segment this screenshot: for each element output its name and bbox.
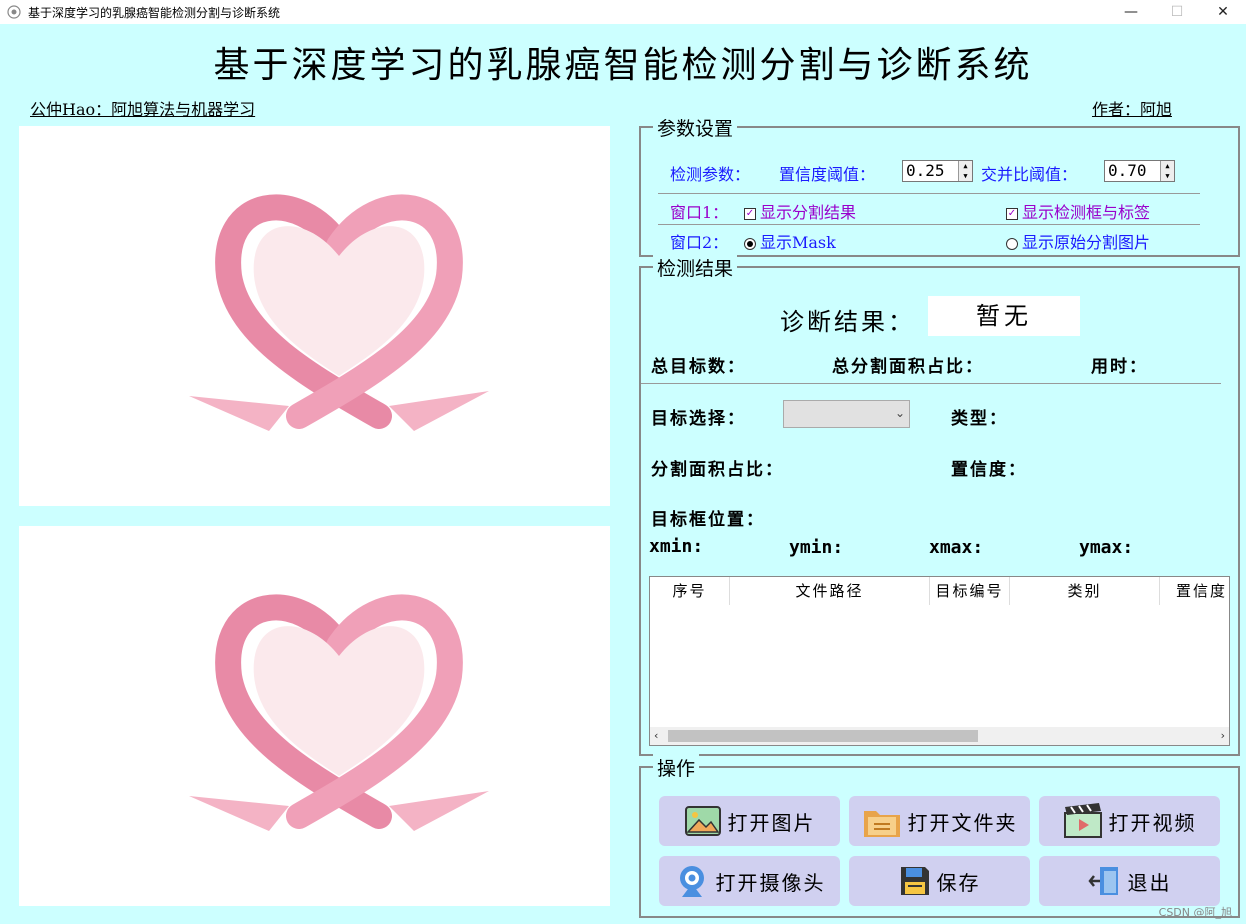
show-orig-label: 显示原始分割图片 bbox=[1022, 233, 1151, 252]
image-window-1 bbox=[19, 126, 610, 506]
area-ratio-label: 分割面积占比： bbox=[651, 460, 784, 480]
window-title: 基于深度学习的乳腺癌智能检测分割与诊断系统 bbox=[28, 5, 281, 20]
pink-ribbon-image bbox=[189, 594, 489, 831]
spin-arrows-icon[interactable]: ▲ ▼ bbox=[958, 161, 972, 181]
show-orig-radio[interactable]: 显示原始分割图片 bbox=[1006, 229, 1150, 253]
show-seg-checkbox[interactable]: ✓ 显示分割结果 bbox=[744, 199, 856, 223]
divider bbox=[641, 383, 1221, 384]
conf-threshold-spinbox[interactable]: 0.25 ▲ ▼ bbox=[902, 160, 973, 182]
checkbox-checked-icon[interactable]: ✓ bbox=[744, 207, 756, 220]
save-button[interactable]: 保存 bbox=[849, 856, 1030, 906]
xmax-label: xmax: bbox=[929, 537, 984, 558]
target-select-dropdown[interactable]: ⌄ bbox=[783, 400, 910, 428]
title-bar: 基于深度学习的乳腺癌智能检测分割与诊断系统 — ☐ ✕ bbox=[0, 0, 1246, 24]
divider bbox=[658, 224, 1200, 225]
show-seg-label: 显示分割结果 bbox=[760, 203, 857, 222]
box-position-label: 目标框位置： bbox=[651, 510, 765, 530]
results-table[interactable]: 序号 文件路径 目标编号 类别 置信度 ‹ › bbox=[649, 576, 1230, 746]
open-video-button[interactable]: 打开视频 bbox=[1039, 796, 1220, 846]
table-header: 序号 文件路径 目标编号 类别 置信度 bbox=[650, 577, 1229, 605]
total-targets-label: 总目标数： bbox=[651, 357, 746, 377]
image-window-2 bbox=[19, 526, 610, 906]
diagnosis-label: 诊断结果： bbox=[780, 308, 915, 336]
ymin-label: ymin: bbox=[789, 537, 844, 558]
show-box-label: 显示检测框与标签 bbox=[1022, 203, 1151, 222]
scrollbar-thumb[interactable] bbox=[668, 730, 978, 742]
webcam-icon bbox=[679, 866, 704, 897]
radio-unselected-icon[interactable] bbox=[1006, 237, 1018, 250]
open-folder-label: 打开文件夹 bbox=[907, 810, 1018, 835]
type-label: 类型： bbox=[951, 409, 1008, 429]
open-video-label: 打开视频 bbox=[1108, 810, 1197, 835]
conf-threshold-value: 0.25 bbox=[906, 161, 945, 180]
maximize-button[interactable]: ☐ bbox=[1154, 0, 1200, 24]
detect-params-label: 检测参数： bbox=[670, 165, 751, 184]
window1-label: 窗口1： bbox=[670, 203, 729, 222]
open-camera-button[interactable]: 打开摄像头 bbox=[659, 856, 840, 906]
exit-label: 退出 bbox=[1127, 870, 1172, 895]
open-image-button[interactable]: 打开图片 bbox=[659, 796, 840, 846]
iou-threshold-spinbox[interactable]: 0.70 ▲ ▼ bbox=[1104, 160, 1175, 182]
open-image-label: 打开图片 bbox=[727, 810, 816, 835]
author-link-right[interactable]: 作者：阿旭 bbox=[1092, 96, 1172, 120]
image-icon bbox=[684, 806, 721, 836]
col-header-index[interactable]: 序号 bbox=[650, 577, 730, 605]
xmin-label: xmin: bbox=[649, 536, 704, 557]
scroll-right-icon[interactable]: › bbox=[1221, 729, 1225, 742]
operations-group-title: 操作 bbox=[653, 754, 700, 781]
window2-label: 窗口2： bbox=[670, 233, 729, 252]
close-button[interactable]: ✕ bbox=[1200, 0, 1246, 24]
results-group-title: 检测结果 bbox=[653, 254, 738, 281]
show-box-checkbox[interactable]: ✓ 显示检测框与标签 bbox=[1006, 199, 1150, 223]
save-disk-icon bbox=[900, 867, 929, 895]
scroll-left-icon[interactable]: ‹ bbox=[654, 729, 658, 742]
params-group-title: 参数设置 bbox=[653, 114, 738, 141]
total-area-label: 总分割面积占比： bbox=[832, 357, 984, 377]
show-mask-label: 显示Mask bbox=[760, 233, 836, 252]
col-header-class[interactable]: 类别 bbox=[1010, 577, 1160, 605]
pink-ribbon-image bbox=[189, 194, 489, 431]
conf-threshold-label: 置信度阈值： bbox=[779, 165, 876, 184]
ymax-label: ymax: bbox=[1079, 537, 1134, 558]
horizontal-scrollbar[interactable]: ‹ › bbox=[650, 727, 1229, 745]
confidence-label: 置信度： bbox=[951, 460, 1027, 480]
col-header-target-id[interactable]: 目标编号 bbox=[930, 577, 1010, 605]
col-header-confidence[interactable]: 置信度 bbox=[1160, 577, 1229, 605]
open-camera-label: 打开摄像头 bbox=[715, 870, 826, 895]
open-folder-button[interactable]: 打开文件夹 bbox=[849, 796, 1030, 846]
diagnosis-value: 暂无 bbox=[928, 296, 1080, 336]
spin-arrows-icon[interactable]: ▲ ▼ bbox=[1160, 161, 1174, 181]
chevron-down-icon: ⌄ bbox=[894, 406, 905, 420]
video-icon bbox=[1063, 803, 1102, 838]
page-title: 基于深度学习的乳腺癌智能检测分割与诊断系统 bbox=[213, 45, 1033, 86]
iou-threshold-label: 交并比阈值： bbox=[981, 165, 1078, 184]
divider bbox=[658, 193, 1200, 194]
save-label: 保存 bbox=[936, 870, 981, 895]
checkbox-checked-icon[interactable]: ✓ bbox=[1006, 207, 1018, 220]
minimize-button[interactable]: — bbox=[1108, 0, 1154, 24]
target-select-label: 目标选择： bbox=[651, 409, 746, 429]
exit-button[interactable]: 退出 bbox=[1039, 856, 1220, 906]
author-link-left[interactable]: 公仲Hao：阿旭算法与机器学习 bbox=[30, 96, 255, 120]
show-mask-radio[interactable]: 显示Mask bbox=[744, 229, 836, 253]
app-icon bbox=[7, 5, 21, 19]
radio-selected-icon[interactable] bbox=[744, 237, 756, 250]
iou-threshold-value: 0.70 bbox=[1108, 161, 1147, 180]
exit-door-icon bbox=[1087, 867, 1118, 895]
time-used-label: 用时： bbox=[1091, 357, 1148, 377]
watermark: CSDN @阿_旭 bbox=[1158, 906, 1232, 919]
col-header-path[interactable]: 文件路径 bbox=[730, 577, 930, 605]
folder-icon bbox=[863, 811, 900, 837]
